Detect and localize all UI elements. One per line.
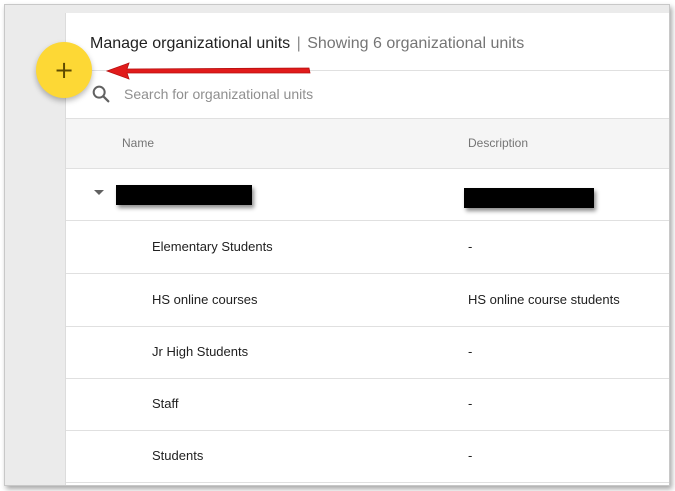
row-description: - (468, 239, 473, 254)
table-row[interactable]: Students - (66, 430, 669, 483)
row-description: HS online course students (468, 292, 620, 307)
table-row[interactable]: Elementary Students - (66, 221, 669, 274)
plus-icon: + (53, 56, 75, 84)
row-name: Students (152, 448, 204, 463)
table-row[interactable]: HS online courses HS online course stude… (66, 274, 669, 327)
row-name: Elementary Students (152, 239, 273, 254)
org-units-panel: Manage organizational units | Showing 6 … (65, 13, 669, 485)
table-row[interactable]: Staff - (66, 378, 669, 431)
search-input[interactable] (124, 83, 544, 105)
page-title: Manage organizational units | Showing 6 … (90, 35, 669, 53)
unit-count-text: Showing 6 organizational units (307, 35, 525, 52)
row-name: Jr High Students (152, 344, 249, 359)
search-icon[interactable] (90, 83, 112, 105)
red-arrow-annotation (105, 62, 311, 80)
column-header-name[interactable]: Name (122, 136, 154, 150)
redacted-root-name (116, 185, 252, 205)
table-row-root[interactable] (66, 168, 669, 221)
table-row[interactable]: Jr High Students - (66, 326, 669, 379)
row-name: HS online courses (152, 292, 258, 307)
table-header: Name Description (66, 118, 669, 169)
page-title-text: Manage organizational units (90, 35, 291, 52)
app-window: Manage organizational units | Showing 6 … (4, 4, 670, 486)
collapse-caret-icon[interactable] (94, 190, 104, 195)
title-separator: | (296, 35, 301, 52)
add-org-unit-button[interactable]: + (36, 42, 92, 98)
row-description: - (468, 344, 473, 359)
row-description: - (468, 448, 473, 463)
row-description: - (468, 396, 473, 411)
redacted-root-description (464, 188, 594, 208)
column-header-description[interactable]: Description (468, 136, 528, 150)
row-name: Staff (152, 396, 179, 411)
